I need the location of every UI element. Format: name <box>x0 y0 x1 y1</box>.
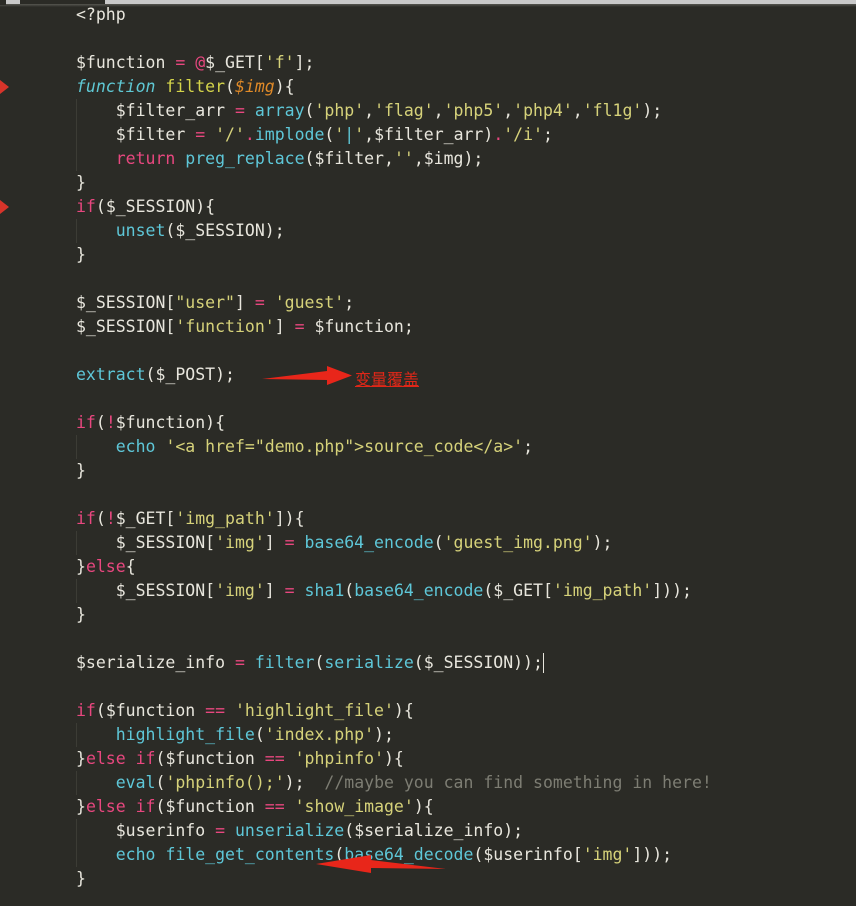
code-line[interactable]: }else if($function == 'phpinfo'){ <box>76 747 404 771</box>
breakpoint-marker[interactable] <box>0 80 9 94</box>
code-line[interactable]: highlight_file('index.php'); <box>76 723 394 747</box>
code-line[interactable]: $_SESSION['function'] = $function; <box>76 315 414 339</box>
code-line[interactable]: if(!$function){ <box>76 411 225 435</box>
code-line[interactable]: } <box>76 243 86 267</box>
breakpoint-gutter[interactable] <box>0 0 11 906</box>
code-content[interactable]: <?php $function = @$_GET['f']; function fi… <box>63 0 856 906</box>
code-line[interactable]: } <box>76 459 86 483</box>
text-caret <box>542 653 545 673</box>
editor-top-shadow <box>0 4 856 7</box>
code-line[interactable]: } <box>76 603 86 627</box>
code-line[interactable]: $_SESSION['img'] = base64_encode('guest_… <box>76 531 613 555</box>
code-line[interactable]: if(!$_GET['img_path']){ <box>76 507 305 531</box>
code-line[interactable]: echo '<a href="demo.php">source_code</a>… <box>76 435 533 459</box>
code-line[interactable]: $filter = '/'.implode('|',$filter_arr).'… <box>76 123 553 147</box>
code-line[interactable]: $serialize_info = filter(serialize($_SES… <box>76 651 543 675</box>
code-line[interactable]: extract($_POST); <box>76 363 235 387</box>
code-line[interactable]: $filter_arr = array('php','flag','php5',… <box>76 99 662 123</box>
code-editor[interactable]: 1234567891011121314151617181920212223242… <box>0 0 856 906</box>
code-line[interactable]: if($function == 'highlight_file'){ <box>76 699 414 723</box>
code-line[interactable]: unset($_SESSION); <box>76 219 285 243</box>
window-chrome-gap <box>20 0 105 4</box>
window-chrome-corner <box>0 0 6 5</box>
code-line[interactable]: if($_SESSION){ <box>76 195 215 219</box>
code-line[interactable]: eval('phpinfo();'); //maybe you can find… <box>76 771 712 795</box>
line-number-gutter[interactable] <box>11 0 63 906</box>
code-line[interactable]: $_SESSION['img'] = sha1(base64_encode($_… <box>76 579 692 603</box>
breakpoint-marker[interactable] <box>0 200 9 214</box>
code-line[interactable]: }else{ <box>76 555 136 579</box>
code-line[interactable]: return preg_replace($filter,'',$img); <box>76 147 484 171</box>
code-line[interactable]: $function = @$_GET['f']; <box>76 51 314 75</box>
code-line[interactable]: $_SESSION["user"] = 'guest'; <box>76 291 354 315</box>
code-line[interactable]: $userinfo = unserialize($serialize_info)… <box>76 819 523 843</box>
code-line[interactable]: echo file_get_contents(base64_decode($us… <box>76 843 672 867</box>
code-line[interactable]: } <box>76 867 86 891</box>
code-line[interactable]: } <box>76 171 86 195</box>
code-line[interactable]: function filter($img){ <box>76 75 295 99</box>
code-line[interactable]: }else if($function == 'show_image'){ <box>76 795 434 819</box>
window-chrome-strip <box>0 0 856 4</box>
